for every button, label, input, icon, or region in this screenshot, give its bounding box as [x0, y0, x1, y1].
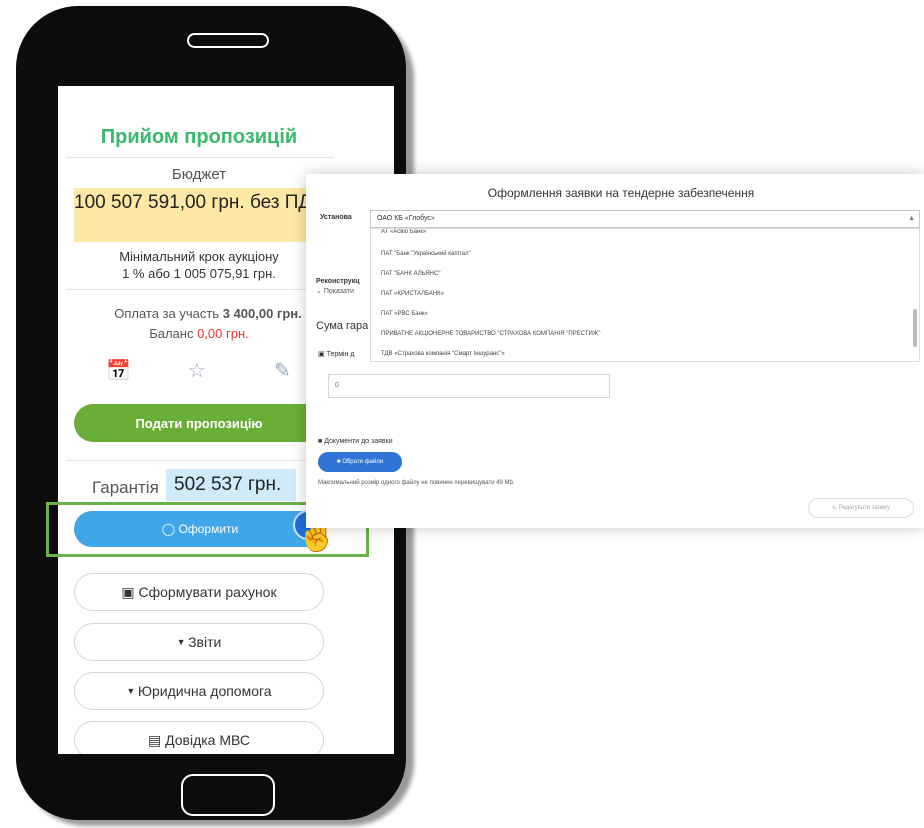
action-icons: 📅 ☆ ✎: [58, 358, 340, 382]
star-icon[interactable]: ☆: [188, 358, 206, 383]
calendar-add-icon[interactable]: 📅: [106, 358, 131, 383]
institution-selected: ОАО КБ «Глобус»: [377, 215, 435, 222]
pencil-icon: ✎: [832, 505, 839, 512]
docs-label: ■ Документи до заявки: [318, 438, 393, 445]
phone-speaker: [187, 33, 269, 48]
legal-help-button-label: Юридична допомога: [137, 683, 272, 699]
dropdown-option[interactable]: ПАТ "БАНК АЛЬЯНС": [381, 271, 440, 277]
guarantee-label: Гарантія: [92, 478, 159, 497]
id-card-icon: ▤: [147, 731, 166, 748]
min-step-value: 1 % або 1 005 075,91 грн.: [122, 266, 276, 281]
dropdown-option[interactable]: АТ «Асвіо Банк»: [381, 229, 426, 235]
fee-label: Оплата за участь: [114, 306, 220, 321]
guarantee-dialog: Оформлення заявки на тендерне забезпечен…: [306, 174, 924, 528]
divider: [66, 289, 334, 290]
amount-input[interactable]: 0: [328, 374, 610, 398]
budget-value: 100 507 591,00 грн. без ПДВ: [74, 188, 324, 242]
show-toggle[interactable]: ⌄ Показати: [316, 287, 354, 295]
caret-down-icon: ▼: [176, 637, 189, 647]
reports-button-label: Звіти: [188, 634, 222, 650]
pencil-icon[interactable]: ✎: [274, 358, 291, 383]
dropdown-scrollbar[interactable]: [913, 309, 917, 347]
page-title: Прийом пропозицій: [100, 126, 298, 148]
divider: [66, 157, 334, 158]
balance-label: Баланс: [149, 326, 194, 341]
dropdown-option[interactable]: ПРИВАТНЕ АКЦІОНЕРНЕ ТОВАРИСТВО "СТРАХОВА…: [381, 331, 600, 337]
reports-button[interactable]: ▼ Звіти: [74, 623, 324, 661]
dropdown-option[interactable]: ПАТ "Банк "Український капітал": [381, 251, 471, 257]
money-icon: ▣: [121, 583, 139, 600]
caret-up-icon: ▲: [908, 215, 915, 222]
submit-proposal-button[interactable]: Подати пропозицію: [74, 404, 324, 442]
date-fragment: ▣ Термін д: [318, 350, 355, 358]
invoice-button[interactable]: ▣ Сформувати рахунок: [74, 573, 324, 611]
fee-value: 3 400,00 грн.: [222, 306, 302, 321]
docs-label-text: Документи до заявки: [324, 438, 393, 445]
sum-fragment: Сума гара: [316, 320, 369, 332]
choose-files-label: Обрати файли: [342, 459, 384, 465]
institution-dropdown-list[interactable]: АТ «Асвіо Банк» ПАТ "Банк "Український к…: [370, 228, 920, 362]
mvs-certificate-button-label: Довідка МВС: [165, 732, 251, 748]
dropdown-option[interactable]: ТДВ «Страхова компанія "Смарт Іншуранс"»: [381, 351, 505, 357]
calendar-icon: ▣: [318, 351, 325, 358]
dropdown-option[interactable]: ПАТ «КРИСТАЛБАНК»: [381, 291, 444, 297]
divider: [66, 460, 334, 461]
balance-value: 0,00 грн.: [197, 326, 249, 341]
dialog-title: Оформлення заявки на тендерне забезпечен…: [487, 186, 755, 200]
file-size-note: Максимальний розмір одного файлу не пови…: [318, 480, 515, 486]
folder-icon: ■: [318, 438, 323, 445]
edit-application-label: Редагувати заявку: [838, 505, 890, 511]
budget-label: Бюджет: [171, 166, 227, 183]
guarantee-value: 502 537 грн.: [166, 469, 296, 501]
phone-home-button[interactable]: [181, 774, 275, 816]
dropdown-option[interactable]: ПАТ «РВС Банк»: [381, 311, 428, 317]
choose-files-button[interactable]: ■ Обрати файли: [318, 452, 402, 472]
invoice-button-label: Сформувати рахунок: [138, 584, 277, 600]
balance-row: Баланс 0,00 грн.: [58, 326, 340, 341]
legal-help-button[interactable]: ▼ Юридична допомога: [74, 672, 324, 710]
reconstruction-fragment: Реконструкц: [316, 278, 360, 285]
chevron-down-icon: ⌄: [316, 288, 322, 295]
mvs-certificate-button[interactable]: ▤ Довідка МВС: [74, 721, 324, 754]
show-toggle-label: Показати: [323, 288, 354, 295]
edit-application-button[interactable]: ✎ Редагувати заявку: [808, 498, 914, 518]
institution-label: Установа: [320, 214, 352, 221]
date-fragment-label: Термін д: [326, 351, 355, 358]
min-step-label: Мінімальний крок аукціону: [119, 249, 279, 264]
caret-down-icon: ▼: [126, 686, 138, 696]
institution-select[interactable]: ОАО КБ «Глобус» ▲: [370, 210, 920, 228]
